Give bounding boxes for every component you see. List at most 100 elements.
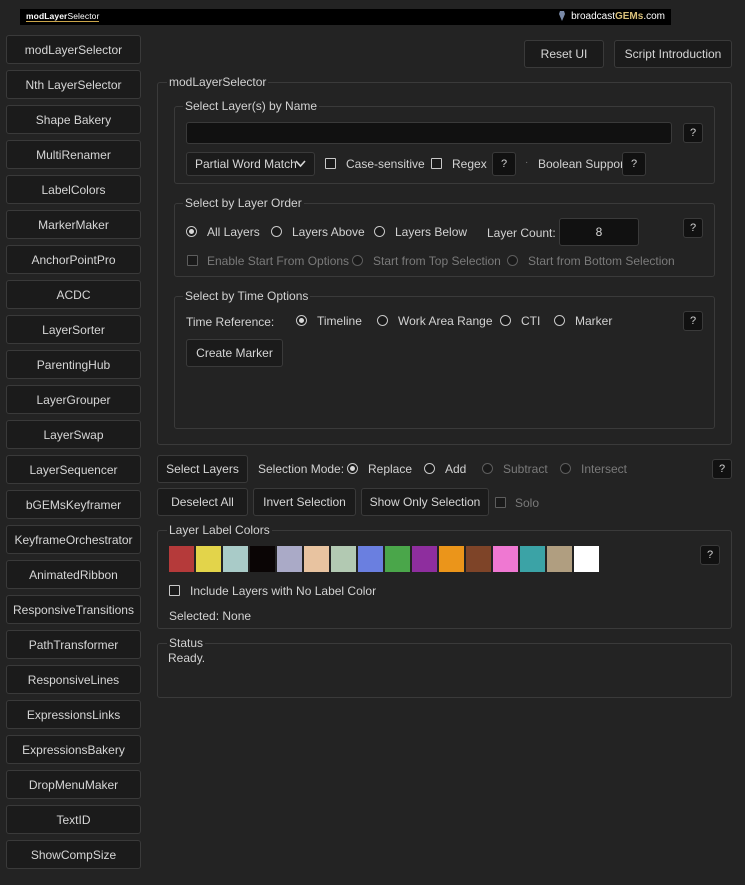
solo-label: Solo [515, 496, 540, 510]
include-no-label-checkbox[interactable] [169, 585, 180, 596]
invert-selection-button[interactable]: Invert Selection [253, 488, 356, 516]
label-color-swatch-11[interactable] [439, 546, 464, 572]
label-color-swatch-5[interactable] [277, 546, 302, 572]
label-color-swatch-16[interactable] [574, 546, 599, 572]
gem-icon [559, 11, 565, 21]
sidebar-item-layergrouper[interactable]: LayerGrouper [6, 385, 141, 414]
sidebar-item-multirenamer[interactable]: MultiRenamer [6, 140, 141, 169]
label-color-swatch-1[interactable] [169, 546, 194, 572]
all-layers-radio[interactable] [186, 226, 197, 237]
create-marker-button[interactable]: Create Marker [186, 339, 283, 367]
solo-checkbox[interactable] [495, 497, 506, 508]
reset-ui-button[interactable]: Reset UI [524, 40, 604, 68]
selected-colors-text: Selected: None [169, 609, 252, 623]
separator-dot: · [525, 157, 529, 168]
subtract-radio[interactable] [482, 463, 493, 474]
select-by-order-title: Select by Layer Order [183, 196, 304, 210]
sidebar-item-showcompsize[interactable]: ShowCompSize [6, 840, 141, 869]
sidebar-item-pathtransformer[interactable]: PathTransformer [6, 630, 141, 659]
label-color-swatch-4[interactable] [250, 546, 275, 572]
case-sensitive-checkbox[interactable] [325, 158, 336, 169]
intersect-label: Intersect [581, 462, 628, 476]
sidebar-item-animatedribbon[interactable]: AnimatedRibbon [6, 560, 141, 589]
brand-link[interactable]: broadcastGEMs.com [571, 11, 665, 22]
layer-name-input[interactable] [186, 122, 672, 144]
timeline-label: Timeline [317, 314, 362, 328]
intersect-radio[interactable] [560, 463, 571, 474]
sidebar-item-expressionsbakery[interactable]: ExpressionsBakery [6, 735, 141, 764]
sidebar-item-keyframeorchestrator[interactable]: KeyframeOrchestrator [6, 525, 141, 554]
layer-count-input[interactable]: 8 [559, 218, 639, 246]
label-color-swatch-8[interactable] [358, 546, 383, 572]
sidebar-item-markermaker[interactable]: MarkerMaker [6, 210, 141, 239]
selection-mode-label: Selection Mode: [258, 462, 345, 476]
layers-below-label: Layers Below [395, 225, 468, 239]
sidebar-item-layersorter[interactable]: LayerSorter [6, 315, 141, 344]
select-by-name-title: Select Layer(s) by Name [183, 99, 320, 113]
timeline-radio[interactable] [296, 315, 307, 326]
regex-label: Regex [452, 157, 487, 171]
label-color-swatch-12[interactable] [466, 546, 491, 572]
label-color-swatch-7[interactable] [331, 546, 356, 572]
label-color-swatch-13[interactable] [493, 546, 518, 572]
layers-above-radio[interactable] [271, 226, 282, 237]
label-color-swatch-9[interactable] [385, 546, 410, 572]
time-help-button[interactable]: ? [683, 311, 703, 331]
script-introduction-button[interactable]: Script Introduction [614, 40, 732, 68]
app-logo: modLayerSelector [26, 11, 100, 22]
time-reference-label: Time Reference: [186, 315, 275, 329]
sidebar-item-nth-layerselector[interactable]: Nth LayerSelector [6, 70, 141, 99]
deselect-all-button[interactable]: Deselect All [157, 488, 248, 516]
work-area-label: Work Area Range [398, 314, 493, 328]
label-color-swatch-3[interactable] [223, 546, 248, 572]
sidebar-item-acdc[interactable]: ACDC [6, 280, 141, 309]
sidebar-item-parentinghub[interactable]: ParentingHub [6, 350, 141, 379]
order-help-button[interactable]: ? [683, 218, 703, 238]
sidebar-item-responsivelines[interactable]: ResponsiveLines [6, 665, 141, 694]
sidebar-item-dropmenumaker[interactable]: DropMenuMaker [6, 770, 141, 799]
replace-label: Replace [368, 462, 413, 476]
boolean-support-label: Boolean Support [538, 157, 628, 171]
all-layers-label: All Layers [207, 225, 260, 239]
label-color-swatch-6[interactable] [304, 546, 329, 572]
sidebar-item-modlayerselector[interactable]: modLayerSelector [6, 35, 141, 64]
regex-help-button[interactable]: ? [492, 152, 516, 176]
label-color-swatch-10[interactable] [412, 546, 437, 572]
start-bottom-radio[interactable] [507, 255, 518, 266]
start-top-radio[interactable] [352, 255, 363, 266]
sidebar-item-layersequencer[interactable]: LayerSequencer [6, 455, 141, 484]
colors-help-button[interactable]: ? [700, 545, 720, 565]
replace-radio[interactable] [347, 463, 358, 474]
label-color-swatch-14[interactable] [520, 546, 545, 572]
enable-start-checkbox[interactable] [187, 255, 198, 266]
label-color-swatch-15[interactable] [547, 546, 572, 572]
select-by-time-title: Select by Time Options [183, 289, 311, 303]
regex-checkbox[interactable] [431, 158, 442, 169]
sidebar-item-responsivetransitions[interactable]: ResponsiveTransitions [6, 595, 141, 624]
layers-above-label: Layers Above [292, 225, 365, 239]
status-text: Ready. [168, 651, 206, 665]
name-help-button[interactable]: ? [683, 123, 703, 143]
work-area-radio[interactable] [377, 315, 388, 326]
select-layers-button[interactable]: Select Layers [157, 455, 248, 483]
sidebar-item-shape-bakery[interactable]: Shape Bakery [6, 105, 141, 134]
status-title: Status [167, 636, 206, 650]
header-banner: modLayerSelector broadcastGEMs.com [20, 9, 671, 25]
sidebar-item-layerswap[interactable]: LayerSwap [6, 420, 141, 449]
boolean-help-button[interactable]: ? [622, 152, 646, 176]
marker-radio[interactable] [554, 315, 565, 326]
add-radio[interactable] [424, 463, 435, 474]
selection-help-button[interactable]: ? [712, 459, 732, 479]
sidebar-item-bgemskeyframer[interactable]: bGEMsKeyframer [6, 490, 141, 519]
match-mode-dropdown[interactable]: Partial Word Match [186, 152, 315, 176]
sidebar-item-anchorpointpro[interactable]: AnchorPointPro [6, 245, 141, 274]
show-only-selection-button[interactable]: Show Only Selection [361, 488, 489, 516]
marker-label: Marker [575, 314, 613, 328]
cti-radio[interactable] [500, 315, 511, 326]
sidebar-item-textid[interactable]: TextID [6, 805, 141, 834]
sidebar-item-labelcolors[interactable]: LabelColors [6, 175, 141, 204]
layers-below-radio[interactable] [374, 226, 385, 237]
sidebar-item-expressionslinks[interactable]: ExpressionsLinks [6, 700, 141, 729]
enable-start-label: Enable Start From Options [207, 254, 350, 268]
label-color-swatch-2[interactable] [196, 546, 221, 572]
